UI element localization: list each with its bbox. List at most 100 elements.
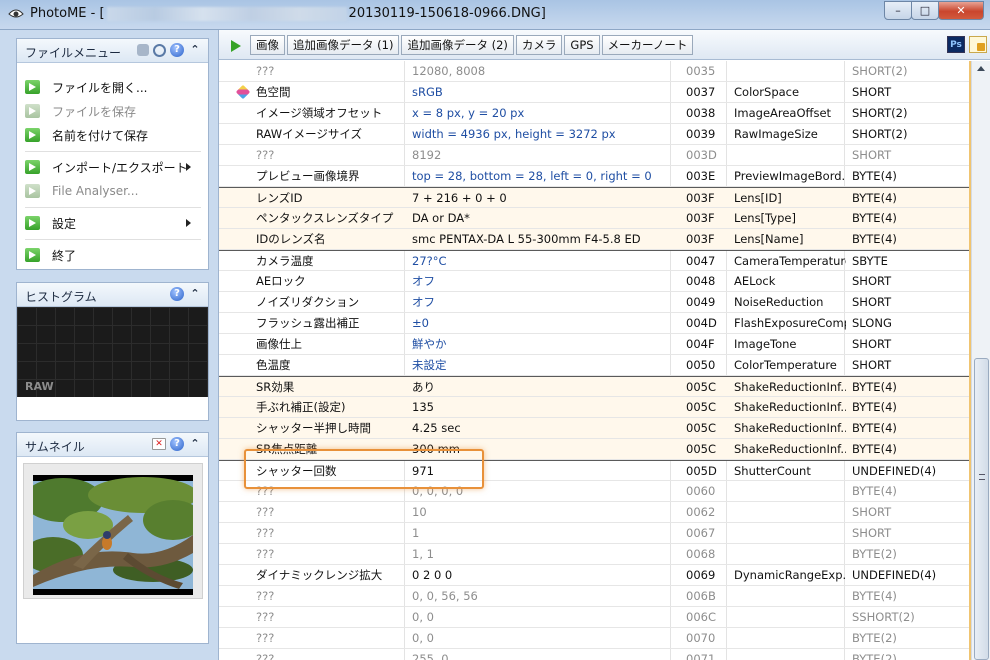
- row-key: DynamicRangeExp...: [734, 568, 846, 582]
- table-row[interactable]: ??? 0, 0, 56, 56 006B BYTE(4): [219, 586, 969, 607]
- row-key: ImageAreaOffset: [734, 106, 832, 120]
- menu-save-as[interactable]: 名前を付けて保存: [25, 125, 205, 145]
- search-icon[interactable]: [153, 43, 166, 57]
- row-name: ???: [256, 484, 275, 498]
- delete-thumbnail-icon[interactable]: ✕: [152, 438, 166, 450]
- table-row[interactable]: ??? 0, 0 006C SSHORT(2): [219, 607, 969, 628]
- collapse-icon[interactable]: ⌃: [188, 43, 202, 57]
- table-row[interactable]: ダイナミックレンジ拡大 0 2 0 0 0069 DynamicRangeExp...…: [219, 565, 969, 586]
- row-tag: 0067: [686, 526, 716, 540]
- row-name: SR効果: [256, 380, 295, 394]
- scroll-up-icon[interactable]: [977, 66, 985, 71]
- table-row[interactable]: IDのレンズ名 smc PENTAX-DA L 55-300mm F4-5.8 E…: [219, 229, 969, 250]
- table-row[interactable]: 色空間 sRGB 0037 ColorSpace SHORT: [219, 82, 969, 103]
- table-row[interactable]: AEロック オフ 0048 AELock SHORT: [219, 271, 969, 292]
- row-key: [734, 145, 846, 165]
- table-row[interactable]: プレビュー画像境界 top = 28, bottom = 28, left = 0…: [219, 166, 969, 187]
- row-name: ペンタックスレンズタイプ: [256, 211, 394, 225]
- photoshop-icon[interactable]: Ps: [947, 36, 965, 53]
- table-row[interactable]: ??? 0, 0, 0, 0 0060 BYTE(4): [219, 481, 969, 502]
- table-row[interactable]: ノイズリダクション オフ 0049 NoiseReduction SHORT: [219, 292, 969, 313]
- tab-gps[interactable]: GPS: [564, 35, 600, 55]
- table-row[interactable]: RAWイメージサイズ width = 4936 px, height = 3272…: [219, 124, 969, 145]
- vertical-scrollbar[interactable]: [971, 61, 990, 660]
- row-name: 色空間: [256, 85, 291, 99]
- menu-open-file[interactable]: ファイルを開く...: [25, 77, 205, 97]
- menu-settings[interactable]: 設定: [25, 213, 205, 233]
- row-value: 0, 0, 56, 56: [412, 589, 478, 603]
- go-arrow-icon[interactable]: [231, 40, 241, 52]
- row-name: ノイズリダクション: [256, 295, 360, 309]
- table-row[interactable]: カメラ温度 27?°C 0047 CameraTemperature SBYTE: [219, 250, 969, 271]
- row-type: SHORT: [852, 274, 892, 288]
- help-icon[interactable]: ?: [170, 43, 184, 57]
- row-tag: 005C: [686, 400, 716, 414]
- table-row[interactable]: ペンタックスレンズタイプ DA or DA* 003F Lens[Type] BYTE(…: [219, 208, 969, 229]
- maximize-button[interactable]: □: [911, 1, 939, 20]
- row-key: Lens[ID]: [734, 191, 782, 205]
- table-row[interactable]: イメージ領域オフセット x = 8 px, y = 20 px 0038 ImageA…: [219, 103, 969, 124]
- scrollbar-thumb[interactable]: [974, 358, 989, 660]
- row-value: 300 mm: [412, 442, 461, 456]
- tab-image[interactable]: 画像: [250, 35, 285, 55]
- histogram-view: RAW: [17, 307, 208, 397]
- row-type: SHORT(2): [852, 64, 908, 78]
- minimize-button[interactable]: –: [884, 1, 912, 20]
- row-value: あり: [412, 380, 435, 394]
- row-value: オフ: [412, 274, 435, 288]
- row-tag: 0047: [686, 254, 716, 268]
- info-window-icon[interactable]: [969, 36, 987, 53]
- row-name: SR焦点距離: [256, 442, 318, 456]
- row-tag: 0037: [686, 85, 716, 99]
- table-row[interactable]: ??? 8192 003D SHORT: [219, 145, 969, 166]
- table-row[interactable]: ??? 255, 0 0071 BYTE(2): [219, 649, 969, 660]
- row-type: SHORT: [852, 358, 892, 372]
- row-name: ???: [256, 547, 275, 561]
- tab-list: 画像 追加画像データ (1) 追加画像データ (2) カメラ GPS メーカーノ…: [250, 35, 694, 55]
- close-button[interactable]: ✕: [938, 1, 984, 20]
- row-type: BYTE(4): [852, 169, 897, 183]
- copy-icon[interactable]: [137, 44, 149, 56]
- row-type: BYTE(4): [852, 589, 897, 603]
- table-row[interactable]: 画像仕上 鮮やか 004F ImageTone SHORT: [219, 334, 969, 355]
- table-row[interactable]: 色温度 未設定 0050 ColorTemperature SHORT: [219, 355, 969, 376]
- table-row[interactable]: シャッター半押し時間 4.25 sec 005C ShakeReductionInf.…: [219, 418, 969, 439]
- table-row[interactable]: ??? 10 0062 SHORT: [219, 502, 969, 523]
- table-row[interactable]: シャッター回数 971 005D ShutterCount UNDEFINED(4): [219, 460, 969, 481]
- arrow-right-icon: [25, 128, 40, 142]
- histogram-panel: ヒストグラム ? ⌃ RAW: [16, 282, 209, 421]
- tab-extra-data-2[interactable]: 追加画像データ (2): [401, 35, 514, 55]
- table-row[interactable]: ??? 1 0067 SHORT: [219, 523, 969, 544]
- table-row[interactable]: レンズID 7 + 216 + 0 + 0 003F Lens[ID] BYTE(4): [219, 187, 969, 208]
- tab-camera[interactable]: カメラ: [515, 35, 563, 55]
- row-type: BYTE(4): [852, 484, 897, 498]
- help-icon[interactable]: ?: [170, 437, 184, 451]
- row-tag: 0068: [686, 547, 716, 561]
- arrow-right-icon: [25, 160, 40, 174]
- table-row[interactable]: ??? 12080, 8008 0035 SHORT(2): [219, 61, 969, 82]
- tab-extra-data-1[interactable]: 追加画像データ (1): [287, 35, 400, 55]
- table-row[interactable]: フラッシュ露出補正 ±0 004D FlashExposureComp SLONG: [219, 313, 969, 334]
- row-tag: 0049: [686, 295, 716, 309]
- help-icon[interactable]: ?: [170, 287, 184, 301]
- row-value: ±0: [412, 316, 429, 330]
- thumbnail-image[interactable]: [33, 475, 193, 595]
- table-row[interactable]: 手ぶれ補正(設定) 135 005C ShakeReductionInf... BYTE…: [219, 397, 969, 418]
- table-row[interactable]: SR効果 あり 005C ShakeReductionInf... BYTE(4): [219, 376, 969, 397]
- menu-save-file[interactable]: ファイルを保存: [25, 101, 205, 121]
- row-name: RAWイメージサイズ: [256, 127, 363, 141]
- menu-file-analyser[interactable]: File Analyser...: [25, 181, 205, 201]
- collapse-icon[interactable]: ⌃: [188, 437, 202, 451]
- histogram-mode-label: RAW: [25, 380, 54, 393]
- metadata-table: ??? 12080, 8008 0035 SHORT(2) 色空間 sRGB 0037 Col…: [219, 61, 969, 660]
- table-row[interactable]: ??? 0, 0 0070 BYTE(2): [219, 628, 969, 649]
- thumbnail-frame: [23, 463, 203, 599]
- menu-import-export[interactable]: インポート/エクスポート: [25, 157, 205, 177]
- row-key: ShakeReductionInf...: [734, 421, 846, 435]
- collapse-icon[interactable]: ⌃: [188, 287, 202, 301]
- tab-maker-note[interactable]: メーカーノート: [601, 35, 694, 55]
- menu-exit[interactable]: 終了: [25, 245, 205, 265]
- table-row[interactable]: SR焦点距離 300 mm 005C ShakeReductionInf... BYTE…: [219, 439, 969, 460]
- row-tag: 006B: [686, 589, 716, 603]
- table-row[interactable]: ??? 1, 1 0068 BYTE(2): [219, 544, 969, 565]
